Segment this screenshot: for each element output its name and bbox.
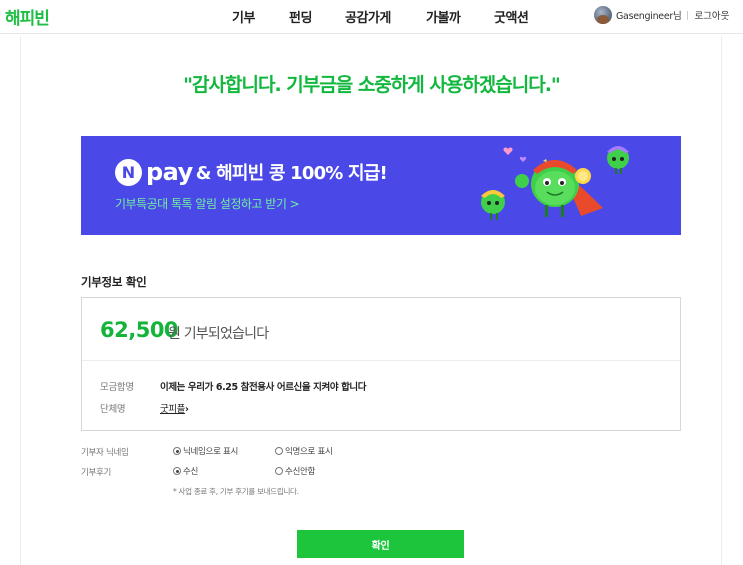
thanks-message: "감사합니다. 기부금을 소중하게 사용하겠습니다." xyxy=(183,74,561,96)
nav-good-action[interactable]: 굿액션 xyxy=(494,7,529,26)
heart-icon xyxy=(519,156,527,162)
donation-amount: 62,500 xyxy=(100,318,179,342)
radio-label: 닉네임으로 표시 xyxy=(183,447,239,457)
org-name-link[interactable]: 굿피플 xyxy=(160,404,185,415)
heart-icon xyxy=(503,147,513,155)
divider xyxy=(687,10,689,20)
amount-row: 62,500 원 기부되었습니다 xyxy=(82,298,680,361)
radio-label: 익명으로 표시 xyxy=(285,447,333,457)
org-label: 단체명 xyxy=(100,404,126,415)
radio-checked-icon xyxy=(173,447,181,455)
radio-show-nickname[interactable]: 닉네임으로 표시 xyxy=(173,445,238,457)
org-link-wrap: 굿피플› xyxy=(160,401,189,415)
logout-link[interactable]: 로그아웃 xyxy=(694,8,729,22)
npay-promo-banner[interactable]: N pay & 해피빈 콩 100% 지급! 기부특공대 톡톡 알림 설정하고 … xyxy=(81,136,681,235)
radio-show-anonymous[interactable]: 익명으로 표시 xyxy=(275,445,333,457)
radio-unchecked-icon xyxy=(275,447,283,455)
top-header: 해피빈 기부 펀딩 공감가게 가볼까 굿액션 Gasengineer님 로그아웃 xyxy=(0,0,743,34)
review-note: * 사업 종료 후, 기부 후기를 보내드립니다. xyxy=(173,487,299,496)
radio-unchecked-icon xyxy=(275,467,283,475)
radio-review-decline[interactable]: 수신안함 xyxy=(275,465,315,477)
confirm-button[interactable]: 확인 xyxy=(297,530,464,558)
nav-explore[interactable]: 가볼까 xyxy=(426,7,461,26)
radio-checked-icon xyxy=(173,467,181,475)
review-option-label: 기부후기 xyxy=(81,468,112,478)
nav-funding[interactable]: 펀딩 xyxy=(289,7,312,26)
radio-review-receive[interactable]: 수신 xyxy=(173,465,198,477)
chevron-right-icon: › xyxy=(185,404,189,415)
nickname-option-label: 기부자 닉네임 xyxy=(81,448,129,458)
username[interactable]: Gasengineer님 xyxy=(616,8,682,22)
donation-info-title: 기부정보 확인 xyxy=(81,275,147,289)
nav-donate[interactable]: 기부 xyxy=(232,7,255,26)
radio-label: 수신안함 xyxy=(285,467,316,477)
radio-label: 수신 xyxy=(183,467,199,477)
nav-store[interactable]: 공감가게 xyxy=(345,7,391,26)
bean-mascot-illustration xyxy=(481,146,629,220)
campaign-name: 이제는 우리가 6.25 참전용사 어르신을 지켜야 합니다 xyxy=(160,382,367,393)
campaign-label: 모금함명 xyxy=(100,382,134,393)
donation-info-box: 62,500 원 기부되었습니다 모금함명 이제는 우리가 6.25 참전용사 … xyxy=(81,297,681,431)
happybean-logo[interactable]: 해피빈 xyxy=(5,4,50,29)
avatar[interactable] xyxy=(594,6,612,24)
user-area: Gasengineer님 로그아웃 xyxy=(594,5,729,25)
donation-amount-suffix: 원 기부되었습니다 xyxy=(168,326,269,342)
